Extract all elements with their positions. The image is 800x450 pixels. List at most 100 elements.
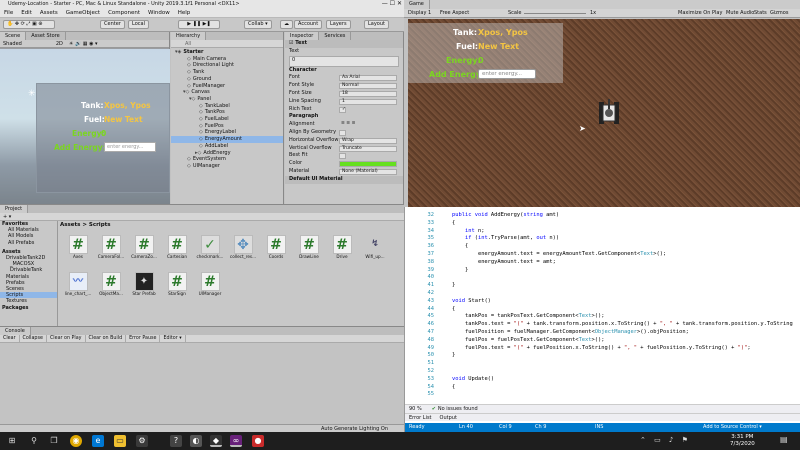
checkbox-icon[interactable]: ☑ [289, 40, 293, 46]
clock[interactable]: 3:31 PM 7/3/2020 [730, 434, 755, 448]
hierarchy-item-fuelmanager[interactable]: ◇ FuelManager [171, 83, 283, 90]
tree-all-prefabs[interactable]: All Prefabs [0, 240, 57, 246]
aspect-dropdown[interactable]: Free Aspect [440, 9, 469, 18]
console-editor-dropdown[interactable]: Editor ▾ [160, 334, 186, 343]
collab-button[interactable]: Collab ▾ [244, 20, 272, 29]
asset-cartesian[interactable]: # Cartesian [163, 235, 191, 260]
asset-camerafollow[interactable]: # CameraFol... [97, 235, 125, 260]
console-collapse-button[interactable]: Collapse [20, 334, 47, 343]
pivot-center-button[interactable]: Center [100, 20, 125, 29]
unity-icon[interactable]: ◆ [210, 435, 222, 447]
hierarchy-item-addlabel[interactable]: ◇ AddLabel [171, 143, 283, 150]
hierarchy-item-light[interactable]: ◇ Directional Light [171, 62, 283, 69]
console-clear-button[interactable]: Clear [0, 334, 20, 343]
search-icon[interactable]: ⚲ [28, 435, 40, 447]
maximize-on-play[interactable]: Maximize On Play [678, 9, 722, 18]
hierarchy-item-energyamount[interactable]: ◇ EnergyAmount [171, 136, 283, 143]
steam-icon[interactable]: ◐ [190, 435, 202, 447]
mute-audio[interactable]: Mute Audio [726, 9, 754, 18]
tank-sprite[interactable] [598, 99, 620, 127]
hierarchy-item-main-camera[interactable]: ◇ Main Camera [171, 56, 283, 63]
edge-icon[interactable]: e [92, 435, 104, 447]
menu-help[interactable]: Help [174, 8, 195, 18]
visual-studio-icon[interactable]: ∞ [230, 435, 242, 447]
asset-uimanager[interactable]: # UIManager [196, 272, 224, 297]
scene-view[interactable]: ✳ Tank: Xpos, Ypos Fuel: New Text Energy… [0, 49, 170, 204]
menu-component[interactable]: Component [104, 8, 144, 18]
game-energy-input[interactable]: enter energy... [478, 69, 536, 79]
display-dropdown[interactable]: Display 1 [408, 9, 431, 18]
text-field-value[interactable]: 0 [289, 55, 399, 67]
hierarchy-item-eventsystem[interactable]: ◇ EventSystem [171, 156, 283, 163]
asset-objectmanager[interactable]: # ObjectMa... [97, 272, 125, 297]
menu-edit[interactable]: Edit [17, 8, 36, 18]
hierarchy-item-starter[interactable]: ▾◈ Starter [171, 49, 283, 56]
tab-error-list[interactable]: Error List [405, 414, 436, 422]
transform-tools[interactable]: ✋ ✥ ⟳ ⤢ ▣ ⊕ [3, 20, 55, 29]
file-explorer-icon[interactable]: ▭ [114, 435, 126, 447]
tab-inspector[interactable]: Inspector [285, 32, 320, 40]
hierarchy-item-ground[interactable]: ◇ Ground [171, 76, 283, 83]
asset-starsign[interactable]: # StarSign [163, 272, 191, 297]
hierarchy-item-fuelpos[interactable]: ◇ FuelPos [171, 123, 283, 130]
console-clear-on-build[interactable]: Clear on Build [86, 334, 127, 343]
color-swatch[interactable] [339, 161, 397, 168]
game-view[interactable]: Tank: Xpos, Ypos Fuel: New Text Energy: … [408, 19, 800, 207]
menu-window[interactable]: Window [144, 8, 174, 18]
tab-hierarchy[interactable]: Hierarchy [171, 32, 207, 40]
scene-energy-input[interactable]: enter energy... [104, 142, 156, 152]
hierarchy-item-energylabel[interactable]: ◇ EnergyLabel [171, 129, 283, 136]
hierarchy-item-addenergy[interactable]: ▸◇ AddEnergy [171, 150, 283, 157]
help-icon[interactable]: ? [170, 435, 182, 447]
store-icon[interactable]: ⚙ [136, 435, 148, 447]
code-text-area[interactable]: public void AddEnergy(string amt) { int … [439, 212, 799, 404]
notification-icon[interactable]: ▤ [780, 435, 788, 444]
default-ui-material[interactable]: Default UI Material [285, 175, 403, 184]
asset-star-prefab[interactable]: ✦ Star Prefab [130, 272, 158, 297]
gizmos-toggle[interactable]: Gizmos [770, 9, 788, 18]
asset-axes[interactable]: # Axes [64, 235, 92, 260]
hierarchy-item-uimanager[interactable]: ◇ UIManager [171, 163, 283, 170]
hierarchy-search[interactable]: All [171, 40, 283, 48]
layers-button[interactable]: Layers [326, 20, 351, 29]
menu-assets[interactable]: Assets [36, 8, 62, 18]
windows-start-icon[interactable]: ⊞ [6, 435, 18, 447]
component-header[interactable]: ☑ Text [285, 40, 403, 48]
scene-tool-icons[interactable]: ☀ 🔊 ▦ ◉ ▾ [69, 40, 98, 48]
hierarchy-item-tankpos[interactable]: ◇ TankPos [171, 109, 283, 116]
menu-file[interactable]: File [0, 8, 17, 18]
chrome-icon[interactable]: ◉ [70, 435, 82, 447]
hierarchy-item-tank[interactable]: ◇ Tank [171, 69, 283, 76]
console-log-area[interactable] [0, 343, 404, 425]
stats-toggle[interactable]: Stats [754, 9, 767, 18]
task-view-icon[interactable]: ❐ [48, 435, 60, 447]
console-clear-on-play[interactable]: Clear on Play [47, 334, 86, 343]
tab-services[interactable]: Services [319, 32, 352, 40]
asset-checkmark[interactable]: ✓ checkmark... [196, 235, 224, 260]
asset-line-chart[interactable]: 〰 line_chart_... [64, 272, 92, 297]
asset-coords[interactable]: # Coords [262, 235, 290, 260]
asset-collect-resource[interactable]: ✥ collect_res... [229, 235, 257, 260]
tree-packages[interactable]: Packages [0, 305, 57, 311]
layout-button[interactable]: Layout [364, 20, 389, 29]
tab-output[interactable]: Output [436, 414, 461, 422]
cloud-icon[interactable]: ☁ [280, 20, 293, 29]
tab-game[interactable]: Game [404, 0, 430, 9]
account-button[interactable]: Account [294, 20, 323, 29]
hierarchy-item-panel[interactable]: ▾◇ Panel [171, 96, 283, 103]
asset-wifi-up[interactable]: ↯ Wifi_up... [361, 235, 389, 260]
console-error-pause[interactable]: Error Pause [126, 334, 161, 343]
window-controls[interactable]: — ☐ ✕ [382, 0, 402, 8]
menu-gameobject[interactable]: GameObject [62, 8, 104, 18]
asset-drive[interactable]: # Drive [328, 235, 356, 260]
pivot-local-button[interactable]: Local [128, 20, 149, 29]
hierarchy-item-tanklabel[interactable]: ◇ TankLabel [171, 103, 283, 110]
project-toolbar[interactable]: + ▾ [0, 213, 404, 221]
add-to-source-control[interactable]: Add to Source Control ▾ [703, 423, 762, 432]
shading-dropdown[interactable]: Shaded [3, 40, 22, 48]
scale-slider[interactable] [524, 13, 586, 14]
asset-drawline[interactable]: # DrawLine [295, 235, 323, 260]
system-tray-icons[interactable]: ⌃ ▭ ♪ ⚑ [640, 436, 691, 444]
play-controls[interactable]: ▶ ❚❚ ▶❚ [178, 20, 220, 29]
mode-2d-button[interactable]: 2D [56, 40, 63, 48]
